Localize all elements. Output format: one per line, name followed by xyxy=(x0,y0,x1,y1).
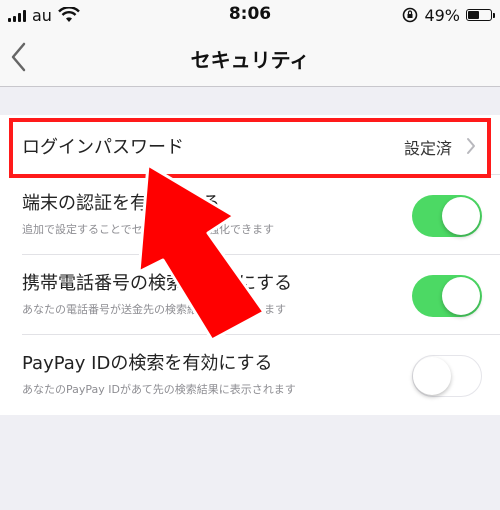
phone-search-row: 携帯電話番号の検索を有効にする あなたの電話番号が送金先の検索結果に表示されます xyxy=(0,255,500,335)
row-subtitle: あなたの電話番号が送金先の検索結果に表示されます xyxy=(22,303,286,316)
device-auth-toggle[interactable] xyxy=(412,195,482,237)
status-right: 49% xyxy=(402,4,495,26)
phone-search-toggle[interactable] xyxy=(412,275,482,317)
battery-percent: 49% xyxy=(424,5,460,25)
page-title: セキュリティ xyxy=(190,48,310,72)
row-title: 端末の認証を有効にする xyxy=(22,193,221,214)
row-subtitle: 追加で設定することでセキュリティを強化できます xyxy=(22,223,275,236)
paypay-id-search-row: PayPay IDの検索を有効にする あなたのPayPay IDがあて先の検索結… xyxy=(0,335,500,415)
status-bar: au 8:06 49% xyxy=(0,0,500,30)
row-title: PayPay IDの検索を有効にする xyxy=(22,353,273,374)
device-auth-row: 端末の認証を有効にする 追加で設定することでセキュリティを強化できます xyxy=(0,175,500,255)
battery-icon xyxy=(466,9,495,21)
rotation-lock-icon xyxy=(403,7,418,23)
paypay-id-search-toggle[interactable] xyxy=(412,355,482,397)
nav-bar: セキュリティ xyxy=(0,30,500,87)
row-title: 携帯電話番号の検索を有効にする xyxy=(22,273,293,294)
row-subtitle: あなたのPayPay IDがあて先の検索結果に表示されます xyxy=(22,383,296,396)
highlight-box xyxy=(9,118,491,178)
